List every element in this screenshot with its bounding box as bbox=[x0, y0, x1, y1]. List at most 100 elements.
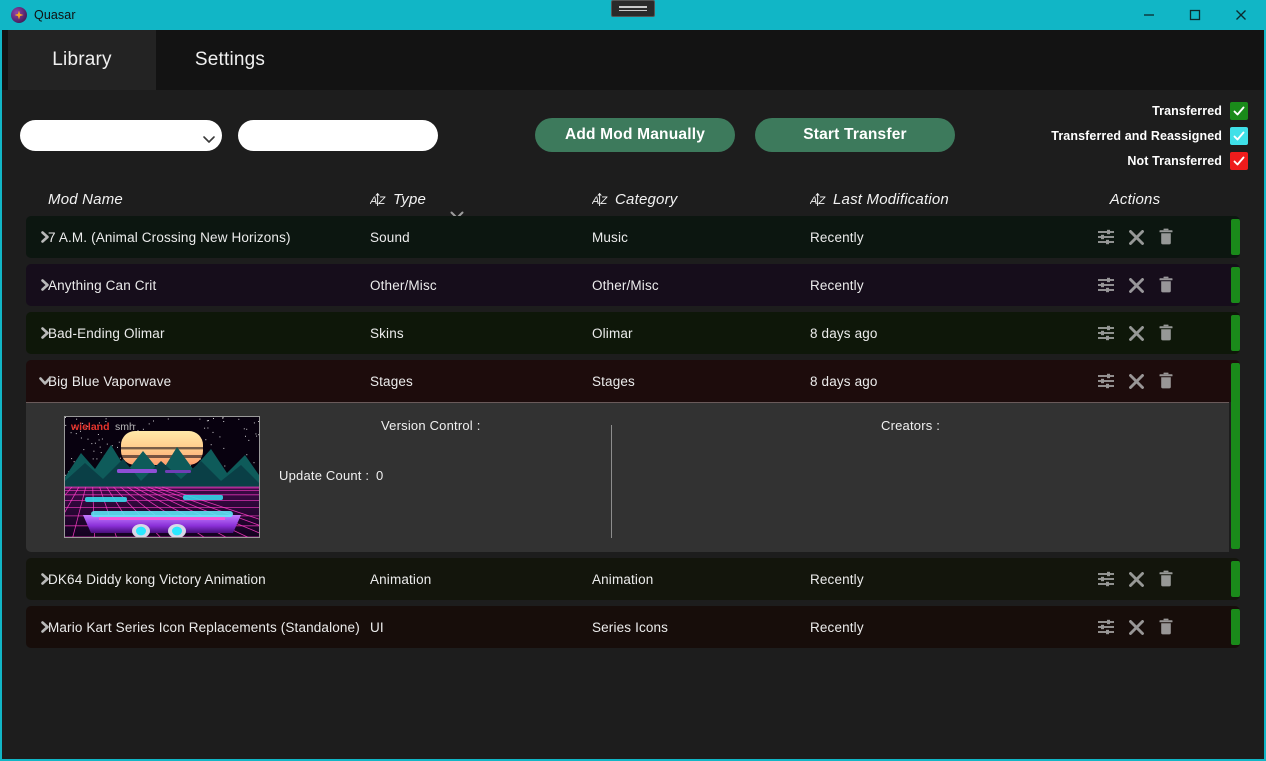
cell-type: Stages bbox=[370, 373, 413, 389]
search-input[interactable] bbox=[238, 120, 438, 151]
disable-x-icon[interactable] bbox=[1128, 571, 1145, 588]
table-row-main[interactable]: DK64 Diddy kong Victory Animation Animati… bbox=[26, 558, 1240, 600]
tab-bar: Library Settings bbox=[2, 30, 1264, 90]
checkbox-transferred-reassigned[interactable] bbox=[1230, 127, 1248, 145]
cell-type: Skins bbox=[370, 325, 404, 341]
table-row-main[interactable]: Bad-Ending Olimar Skins Olimar 8 days ago bbox=[26, 312, 1240, 354]
status-indicator-bar bbox=[1231, 561, 1240, 597]
disable-x-icon[interactable] bbox=[1128, 229, 1145, 246]
table-row: Bad-Ending Olimar Skins Olimar 8 days ago bbox=[26, 312, 1240, 354]
window-controls bbox=[1126, 0, 1264, 30]
cell-last-modification: Recently bbox=[810, 277, 864, 293]
row-actions bbox=[1060, 570, 1210, 588]
column-header-actions-label: Actions bbox=[1109, 190, 1161, 208]
column-header-type[interactable]: A Z Type bbox=[369, 191, 592, 208]
content-area: Add Mod Manually Start Transfer Transfer… bbox=[2, 90, 1264, 759]
configure-icon[interactable] bbox=[1097, 372, 1115, 390]
table-row: 7 A.M. (Animal Crossing New Horizons) Sou… bbox=[26, 216, 1240, 258]
cell-mod-name: 7 A.M. (Animal Crossing New Horizons) bbox=[48, 229, 291, 245]
legend-row-transferred-reassigned: Transferred and Reassigned bbox=[1051, 127, 1248, 145]
tab-library[interactable]: Library bbox=[8, 30, 156, 90]
quasar-star-icon bbox=[11, 7, 27, 23]
window-snap-handle[interactable] bbox=[611, 0, 655, 17]
column-header-category[interactable]: A Z Category bbox=[591, 191, 810, 208]
cell-last-modification: Recently bbox=[810, 619, 864, 635]
creators-label: Creators : bbox=[881, 418, 941, 433]
table-row-main[interactable]: Mario Kart Series Icon Replacements (Sta… bbox=[26, 606, 1240, 648]
svg-text:A: A bbox=[370, 195, 378, 207]
cell-category: Olimar bbox=[592, 325, 633, 341]
detail-divider bbox=[611, 425, 612, 538]
delete-trash-icon[interactable] bbox=[1158, 276, 1174, 294]
table-row: DK64 Diddy kong Victory Animation Animati… bbox=[26, 558, 1240, 600]
delete-trash-icon[interactable] bbox=[1158, 372, 1174, 390]
delete-trash-icon[interactable] bbox=[1158, 570, 1174, 588]
chevron-right-icon[interactable] bbox=[38, 620, 52, 634]
close-button[interactable] bbox=[1218, 0, 1264, 30]
cell-mod-name: Mario Kart Series Icon Replacements (Sta… bbox=[48, 619, 360, 635]
sort-az-icon: A Z bbox=[809, 191, 827, 208]
status-indicator-bar bbox=[1231, 267, 1240, 303]
delete-trash-icon[interactable] bbox=[1158, 228, 1174, 246]
sort-az-icon: A Z bbox=[591, 191, 609, 208]
disable-x-icon[interactable] bbox=[1128, 373, 1145, 390]
cell-category: Music bbox=[592, 229, 629, 245]
chevron-right-icon[interactable] bbox=[38, 278, 52, 292]
configure-icon[interactable] bbox=[1097, 618, 1115, 636]
row-actions bbox=[1060, 324, 1210, 342]
row-actions bbox=[1060, 276, 1210, 294]
maximize-button[interactable] bbox=[1172, 0, 1218, 30]
add-mod-manually-button[interactable]: Add Mod Manually bbox=[535, 118, 735, 152]
disable-x-icon[interactable] bbox=[1128, 619, 1145, 636]
cell-category: Series Icons bbox=[592, 619, 669, 635]
disable-x-icon[interactable] bbox=[1128, 325, 1145, 342]
svg-text:Z: Z bbox=[600, 195, 609, 207]
column-header-mod-name[interactable]: Mod Name bbox=[48, 191, 370, 208]
update-count-value: 0 bbox=[376, 468, 384, 483]
filter-select[interactable] bbox=[20, 120, 222, 151]
cell-type: Animation bbox=[370, 571, 432, 587]
tab-settings-label: Settings bbox=[194, 49, 266, 70]
table-body: 7 A.M. (Animal Crossing New Horizons) Sou… bbox=[26, 216, 1240, 648]
configure-icon[interactable] bbox=[1097, 228, 1115, 246]
column-header-actions: Actions bbox=[1060, 191, 1210, 208]
tab-library-label: Library bbox=[52, 49, 112, 70]
tab-settings[interactable]: Settings bbox=[156, 30, 304, 90]
cell-category: Other/Misc bbox=[592, 277, 659, 293]
table-row-main[interactable]: Anything Can Crit Other/Misc Other/Misc Rec… bbox=[26, 264, 1240, 306]
chevron-down-icon[interactable] bbox=[38, 374, 52, 388]
chevron-right-icon[interactable] bbox=[38, 326, 52, 340]
legend-row-transferred: Transferred bbox=[1152, 102, 1248, 120]
disable-x-icon[interactable] bbox=[1128, 277, 1145, 294]
svg-text:Z: Z bbox=[818, 195, 827, 207]
status-indicator-bar bbox=[1231, 315, 1240, 351]
cell-last-modification: Recently bbox=[810, 571, 864, 587]
checkbox-transferred[interactable] bbox=[1230, 102, 1248, 120]
status-indicator-bar bbox=[1231, 609, 1240, 645]
cell-last-modification: 8 days ago bbox=[810, 373, 878, 389]
title-bar-left: Quasar bbox=[2, 7, 76, 23]
mod-table: Mod Name A Z Type A Z Category A Z Last … bbox=[26, 182, 1240, 654]
configure-icon[interactable] bbox=[1097, 570, 1115, 588]
cell-type: Sound bbox=[370, 229, 410, 245]
cell-mod-name: Anything Can Crit bbox=[48, 277, 157, 293]
delete-trash-icon[interactable] bbox=[1158, 618, 1174, 636]
app-window: Quasar Library Settings Add Mod Manually… bbox=[0, 0, 1266, 761]
table-row-main[interactable]: Big Blue Vaporwave Stages Stages 8 days ago bbox=[26, 360, 1240, 402]
configure-icon[interactable] bbox=[1097, 324, 1115, 342]
minimize-button[interactable] bbox=[1126, 0, 1172, 30]
version-control-label: Version Control : bbox=[381, 418, 481, 433]
start-transfer-button[interactable]: Start Transfer bbox=[755, 118, 955, 152]
mod-thumbnail: wieland smh bbox=[64, 416, 260, 538]
svg-text:wieland: wieland bbox=[70, 421, 110, 433]
table-row: Mario Kart Series Icon Replacements (Sta… bbox=[26, 606, 1240, 648]
chevron-right-icon[interactable] bbox=[38, 572, 52, 586]
column-header-last-modification[interactable]: A Z Last Modification bbox=[809, 191, 1060, 208]
chevron-right-icon[interactable] bbox=[38, 230, 52, 244]
legend-label-transferred-reassigned: Transferred and Reassigned bbox=[1051, 129, 1222, 143]
cell-category: Stages bbox=[592, 373, 635, 389]
checkbox-not-transferred[interactable] bbox=[1230, 152, 1248, 170]
table-row-main[interactable]: 7 A.M. (Animal Crossing New Horizons) Sou… bbox=[26, 216, 1240, 258]
delete-trash-icon[interactable] bbox=[1158, 324, 1174, 342]
configure-icon[interactable] bbox=[1097, 276, 1115, 294]
